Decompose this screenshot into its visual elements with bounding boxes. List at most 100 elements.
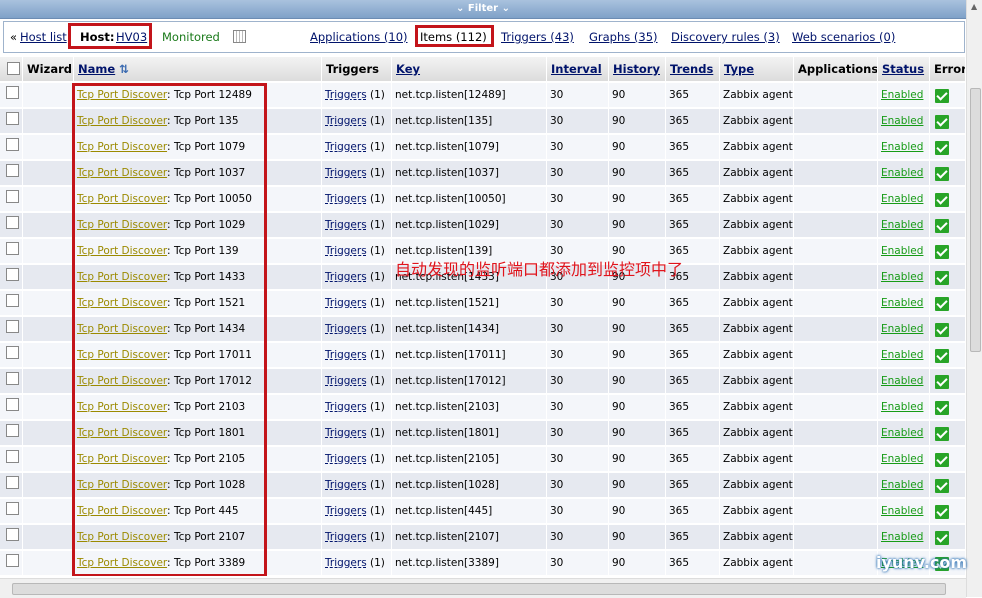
col-applications: Applications [794,57,878,81]
triggers-link[interactable]: Triggers [325,349,367,361]
row-checkbox[interactable] [6,554,19,567]
triggers-link[interactable]: Triggers [325,401,367,413]
status-cell: Enabled [878,499,930,524]
row-checkbox[interactable] [6,450,19,463]
row-checkbox[interactable] [6,190,19,203]
discovery-rules-link[interactable]: Discovery rules (3) [671,22,780,52]
row-checkbox[interactable] [6,476,19,489]
filter-toggle-bar[interactable]: ⌄ Filter ⌄ [0,0,966,19]
ok-check-icon [935,219,949,233]
status-toggle-link[interactable]: Enabled [881,167,923,179]
interval-cell: 30 [547,135,609,160]
horizontal-scroll-thumb[interactable] [12,583,946,595]
applications-cell [794,343,878,368]
row-checkbox[interactable] [6,528,19,541]
trigger-count: (1) [370,245,385,257]
row-checkbox[interactable] [6,112,19,125]
triggers-link[interactable]: Triggers [325,193,367,205]
status-toggle-link[interactable]: Enabled [881,453,923,465]
status-toggle-link[interactable]: Enabled [881,427,923,439]
status-toggle-link[interactable]: Enabled [881,245,923,257]
row-checkbox[interactable] [6,242,19,255]
triggers-link[interactable]: Triggers [325,453,367,465]
host-name-link[interactable]: HV03 [116,22,147,52]
wizard-cell [23,213,74,238]
col-name[interactable]: Name ⇅ [74,57,322,81]
select-cell [0,109,23,134]
status-toggle-link[interactable]: Enabled [881,349,923,361]
row-checkbox[interactable] [6,320,19,333]
triggers-link[interactable]: Triggers [325,297,367,309]
triggers-link[interactable]: Triggers [325,427,367,439]
item-key: net.tcp.listen[1079] [395,141,499,153]
applications-link[interactable]: Applications (10) [310,22,408,52]
horizontal-scrollbar[interactable] [0,578,966,598]
triggers-link[interactable]: Triggers [325,167,367,179]
status-toggle-link[interactable]: Enabled [881,479,923,491]
status-toggle-link[interactable]: Enabled [881,531,923,543]
status-toggle-link[interactable]: Enabled [881,193,923,205]
trigger-count: (1) [370,115,385,127]
triggers-link[interactable]: Triggers [325,271,367,283]
status-toggle-link[interactable]: Enabled [881,219,923,231]
col-history[interactable]: History [609,57,666,81]
status-toggle-link[interactable]: Enabled [881,115,923,127]
row-checkbox[interactable] [6,294,19,307]
scroll-up-icon[interactable]: ▲ [971,2,977,11]
row-checkbox[interactable] [6,372,19,385]
item-interval: 30 [550,557,564,569]
col-type[interactable]: Type [720,57,794,81]
status-toggle-link[interactable]: Enabled [881,505,923,517]
error-cell [930,187,966,212]
status-toggle-link[interactable]: Enabled [881,297,923,309]
triggers-link[interactable]: Triggers [325,89,367,101]
type-cell: Zabbix agent [720,291,794,316]
row-checkbox[interactable] [6,138,19,151]
vertical-scroll-thumb[interactable] [970,88,981,352]
triggers-link[interactable]: Triggers [325,479,367,491]
row-checkbox[interactable] [6,164,19,177]
web-scenarios-link[interactable]: Web scenarios (0) [792,22,895,52]
status-toggle-link[interactable]: Enabled [881,323,923,335]
select-all-checkbox[interactable] [7,62,20,75]
triggers-link[interactable]: Triggers [325,557,367,569]
items-link[interactable]: Items (112) [420,22,487,52]
history-cell: 90 [609,525,666,550]
trigger-count: (1) [370,453,385,465]
triggers-link[interactable]: Triggers [325,141,367,153]
row-checkbox[interactable] [6,398,19,411]
vertical-scrollbar[interactable]: ▲ [966,0,982,597]
status-toggle-link[interactable]: Enabled [881,141,923,153]
host-list-link[interactable]: Host list [20,22,67,52]
col-trends[interactable]: Trends [666,57,720,81]
row-checkbox[interactable] [6,268,19,281]
row-checkbox[interactable] [6,86,19,99]
interval-cell: 30 [547,421,609,446]
status-toggle-link[interactable]: Enabled [881,89,923,101]
triggers-link[interactable]: Triggers [325,375,367,387]
error-cell [930,239,966,264]
graphs-link[interactable]: Graphs (35) [589,22,658,52]
row-checkbox[interactable] [6,216,19,229]
triggers-link[interactable]: Triggers [325,115,367,127]
select-cell [0,135,23,160]
item-key: net.tcp.listen[1029] [395,219,499,231]
triggers-link[interactable]: Triggers [325,245,367,257]
col-interval[interactable]: Interval [547,57,609,81]
row-checkbox[interactable] [6,346,19,359]
triggers-link[interactable]: Triggers [325,323,367,335]
col-key[interactable]: Key [392,57,547,81]
col-status[interactable]: Status [878,57,930,81]
row-checkbox[interactable] [6,502,19,515]
status-toggle-link[interactable]: Enabled [881,271,923,283]
triggers-link[interactable]: Triggers [325,531,367,543]
status-toggle-link[interactable]: Enabled [881,375,923,387]
triggers-link[interactable]: Triggers (43) [501,22,574,52]
error-cell [930,447,966,472]
item-key: net.tcp.listen[17012] [395,375,506,387]
status-toggle-link[interactable]: Enabled [881,401,923,413]
row-checkbox[interactable] [6,424,19,437]
triggers-link[interactable]: Triggers [325,505,367,517]
applications-cell [794,525,878,550]
triggers-link[interactable]: Triggers [325,219,367,231]
